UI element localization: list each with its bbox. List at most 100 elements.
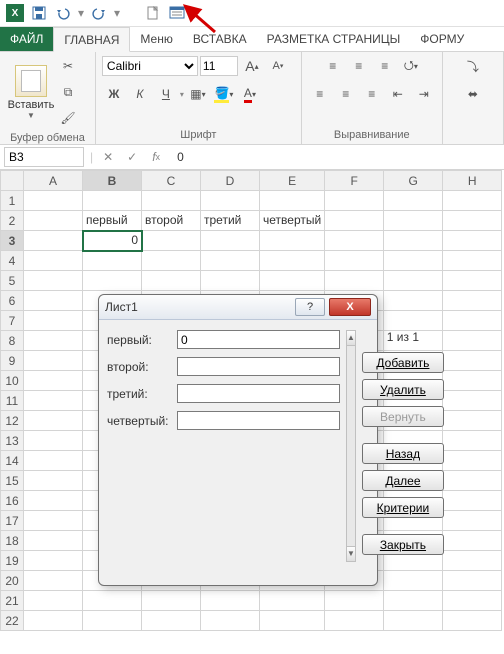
cell[interactable] [201,611,260,631]
cell[interactable] [325,251,384,271]
row-header[interactable]: 19 [1,551,24,571]
row-header[interactable]: 2 [1,211,24,231]
close-icon[interactable]: X [329,298,371,316]
orientation-icon[interactable]: ⭯▾ [400,55,422,77]
col-header[interactable]: G [384,171,443,191]
cell[interactable] [325,231,384,251]
row-header[interactable]: 11 [1,391,24,411]
cell[interactable] [260,231,325,251]
row-header[interactable]: 14 [1,451,24,471]
indent-dec-icon[interactable]: ⇤ [387,83,409,105]
cell[interactable] [24,611,83,631]
cell[interactable] [142,191,201,211]
row-header[interactable]: 8 [1,331,24,351]
cell[interactable] [384,291,443,311]
bold-button[interactable]: Ж [103,83,125,105]
fx-icon[interactable]: fx [147,148,165,166]
italic-button[interactable]: К [129,83,151,105]
cell[interactable] [24,591,83,611]
row-header[interactable]: 17 [1,511,24,531]
tab-insert[interactable]: ВСТАВКА [183,27,257,51]
row-header[interactable]: 1 [1,191,24,211]
cell[interactable] [142,251,201,271]
cell[interactable] [24,571,83,591]
cell[interactable] [384,571,443,591]
cell[interactable] [24,251,83,271]
cell[interactable] [260,251,325,271]
redo-icon[interactable] [88,2,110,24]
cell[interactable] [24,331,83,351]
cell[interactable] [443,611,502,631]
cell[interactable] [142,611,201,631]
undo-drop-icon[interactable]: ▾ [76,2,86,24]
cell[interactable]: четвертый [260,211,325,231]
wrap-text-icon[interactable]: ⤵ [462,55,484,77]
cell[interactable] [260,611,325,631]
cell[interactable] [83,251,142,271]
cell[interactable] [443,271,502,291]
name-box[interactable] [4,147,84,167]
col-header[interactable]: D [201,171,260,191]
cell[interactable] [443,591,502,611]
cell[interactable] [260,271,325,291]
cell[interactable] [325,211,384,231]
row-header[interactable]: 10 [1,371,24,391]
font-name-select[interactable]: Calibri [102,56,198,76]
cell[interactable] [443,211,502,231]
row-header[interactable]: 9 [1,351,24,371]
cell[interactable] [201,191,260,211]
cell[interactable] [443,311,502,331]
paste-button[interactable]: Вставить ▼ [6,65,56,120]
cell[interactable] [443,371,502,391]
cell[interactable] [443,531,502,551]
form-icon[interactable] [166,2,188,24]
cell[interactable] [443,251,502,271]
row-header[interactable]: 18 [1,531,24,551]
cell[interactable] [384,271,443,291]
tab-file[interactable]: ФАЙЛ [0,27,53,51]
cell[interactable] [24,231,83,251]
col-header[interactable]: H [443,171,502,191]
cell[interactable] [384,251,443,271]
cell[interactable] [24,491,83,511]
copy-icon[interactable]: ⧉ [57,81,79,103]
indent-inc-icon[interactable]: ⇥ [413,83,435,105]
cell[interactable] [384,591,443,611]
row-header[interactable]: 13 [1,431,24,451]
scroll-down-icon[interactable]: ▼ [347,546,355,561]
save-icon[interactable] [28,2,50,24]
cell[interactable] [83,591,142,611]
field-input[interactable] [177,411,340,430]
tab-menu[interactable]: Меню [130,27,182,51]
cell[interactable] [24,391,83,411]
delete-button[interactable]: Удалить [362,379,444,400]
row-header[interactable]: 4 [1,251,24,271]
align-center-icon[interactable]: ≡ [335,83,357,105]
shrink-font-icon[interactable]: A▾ [267,55,289,77]
cell[interactable] [24,551,83,571]
row-header[interactable]: 20 [1,571,24,591]
cell[interactable] [24,271,83,291]
redo-drop-icon[interactable]: ▾ [112,2,122,24]
align-middle-icon[interactable]: ≡ [348,55,370,77]
cell[interactable] [443,191,502,211]
cell[interactable] [83,271,142,291]
cell[interactable] [443,551,502,571]
cell[interactable] [83,611,142,631]
cell[interactable] [443,471,502,491]
col-header[interactable]: E [260,171,325,191]
row-header[interactable]: 7 [1,311,24,331]
scroll-up-icon[interactable]: ▲ [347,331,355,346]
cell[interactable] [24,311,83,331]
cell[interactable] [24,371,83,391]
back-button[interactable]: Назад [362,443,444,464]
cell[interactable] [384,211,443,231]
cell[interactable] [83,191,142,211]
cell[interactable] [443,391,502,411]
cell[interactable] [443,411,502,431]
underline-button[interactable]: Ч [155,83,177,105]
cell[interactable] [260,591,325,611]
cell[interactable] [24,351,83,371]
cell[interactable] [443,431,502,451]
cancel-icon[interactable]: ✕ [99,148,117,166]
